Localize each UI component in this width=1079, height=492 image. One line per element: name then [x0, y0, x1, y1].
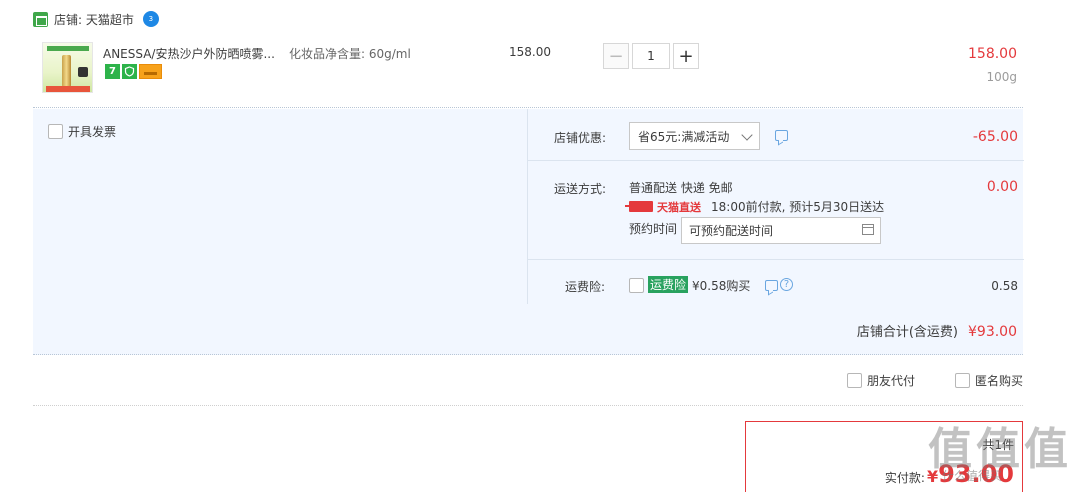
- shipping-label: 运送方式:: [554, 182, 607, 196]
- shop-name[interactable]: 店铺: 天猫超市: [54, 11, 134, 28]
- discount-row: 店铺优惠: 省65元:满减活动 -65.00: [528, 109, 1024, 161]
- invoice-label[interactable]: 开具发票: [68, 123, 116, 140]
- tmall-cat-icon: [625, 201, 653, 212]
- insurance-badge: 运费险: [648, 276, 689, 293]
- watermark-site: 什么值得买: [942, 469, 1003, 483]
- insurance-label: 运费险:: [565, 280, 606, 294]
- chat-icon[interactable]: [775, 130, 788, 141]
- quantity-stepper: − 1 +: [603, 43, 699, 69]
- chat-icon[interactable]: [765, 280, 778, 291]
- item-subtotal: 158.00: [968, 46, 1017, 62]
- calendar-icon[interactable]: [862, 224, 874, 235]
- invoice-checkbox[interactable]: [48, 124, 63, 139]
- discount-selected-value: 省65元:满减活动: [638, 129, 730, 144]
- help-icon[interactable]: ?: [780, 278, 793, 291]
- shop-header: 店铺: 天猫超市 3: [33, 9, 159, 29]
- quantity-decrease-button[interactable]: −: [603, 43, 629, 69]
- quantity-increase-button[interactable]: +: [673, 43, 699, 69]
- delivery-estimate: 18:00前付款, 预计5月30日送达: [711, 200, 885, 214]
- order-detail-panel: 店铺优惠: 省65元:满减活动 -65.00 运送方式: 普通配送 快递 免邮 …: [527, 109, 1024, 304]
- shipping-value: 0.00: [986, 179, 1018, 195]
- tmall-direct-info: 天猫直送 18:00前付款, 预计5月30日送达: [625, 198, 885, 215]
- product-thumbnail[interactable]: [42, 42, 93, 93]
- insurance-value: 0.58: [991, 279, 1018, 293]
- friend-pay-label[interactable]: 朋友代付: [867, 372, 915, 389]
- anonymous-checkbox[interactable]: [955, 373, 970, 388]
- insurance-checkbox[interactable]: [629, 278, 644, 293]
- tmall-direct-label: 天猫直送: [657, 200, 701, 214]
- product-title[interactable]: ANESSA/安热沙户外防晒喷雾...: [103, 45, 281, 62]
- tmall-supermarket-icon: [33, 11, 48, 27]
- cart-item-row: ANESSA/安热沙户外防晒喷雾... 7 化妆品净含量: 60g/ml 158…: [33, 34, 1023, 108]
- chat-badge-icon[interactable]: 3: [142, 11, 159, 27]
- store-total: 店铺合计(含运费) ¥93.00: [857, 321, 1017, 340]
- invoice-option[interactable]: 开具发票: [48, 123, 116, 140]
- chevron-down-icon: [741, 129, 753, 141]
- service-icons: 7: [105, 64, 162, 79]
- actual-payment-label: 实付款:: [884, 471, 925, 485]
- item-weight: 100g: [986, 70, 1017, 84]
- reserve-time-label: 预约时间: [629, 222, 678, 236]
- reserve-time-placeholder: 可预约配送时间: [689, 224, 774, 238]
- thumbnail-footer: [46, 86, 90, 92]
- thumbnail-banner: [47, 46, 89, 51]
- insurance-price: ¥0.58购买: [692, 279, 751, 293]
- smzdm-watermark: 值 值 值 什么值得买: [928, 405, 1078, 490]
- friend-pay-option[interactable]: 朋友代付: [847, 372, 915, 389]
- thumbnail-bottle: [62, 55, 71, 87]
- discount-label: 店铺优惠:: [554, 131, 607, 145]
- order-options-block: 开具发票 店铺优惠: 省65元:满减活动 -65.00 运送方式: 普通配送 快…: [33, 109, 1024, 355]
- seven-day-return-icon[interactable]: 7: [105, 64, 120, 79]
- unit-price: 158.00: [509, 45, 551, 59]
- discount-value: -65.00: [972, 129, 1018, 145]
- credit-card-icon[interactable]: [139, 64, 162, 79]
- anonymous-option[interactable]: 匿名购买: [955, 372, 1023, 389]
- payment-options-row: 朋友代付 匿名购买: [33, 356, 1023, 406]
- quantity-input[interactable]: 1: [632, 43, 670, 69]
- shipping-row: 运送方式: 普通配送 快递 免邮 天猫直送 18:00前付款, 预计5月30日送…: [528, 161, 1024, 260]
- friend-pay-checkbox[interactable]: [847, 373, 862, 388]
- discount-select[interactable]: 省65元:满减活动: [629, 122, 760, 150]
- anonymous-label[interactable]: 匿名购买: [975, 372, 1023, 389]
- product-spec: 化妆品净含量: 60g/ml: [289, 47, 411, 61]
- reserve-time-input[interactable]: 可预约配送时间: [681, 217, 881, 244]
- insurance-row: 运费险: 运费险 ¥0.58购买 ? 0.58: [528, 260, 1024, 304]
- thumbnail-product-box: [78, 67, 88, 77]
- shield-icon[interactable]: [122, 64, 137, 79]
- store-total-value: ¥93.00: [968, 324, 1017, 340]
- store-total-label: 店铺合计(含运费): [856, 325, 958, 340]
- watermark-char: 值: [1024, 424, 1068, 475]
- shipping-method: 普通配送 快递 免邮: [629, 181, 733, 195]
